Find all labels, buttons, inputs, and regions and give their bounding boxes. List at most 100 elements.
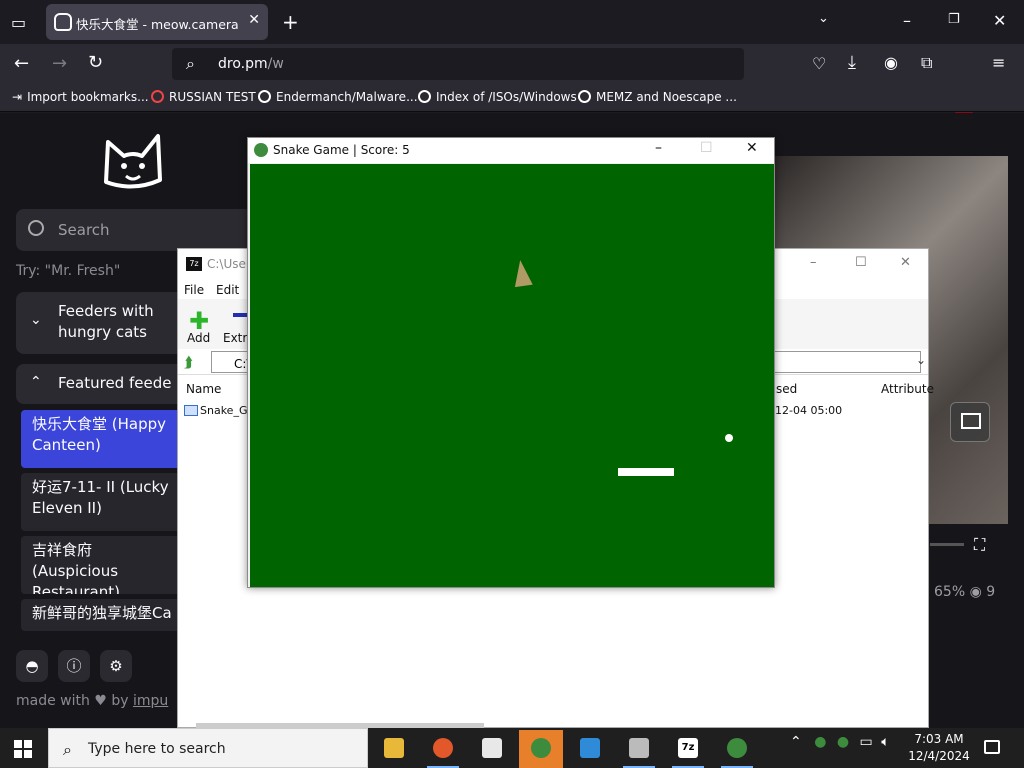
tab-active[interactable]: 快乐大食堂 - meow.camera ✕ <box>46 4 268 40</box>
folder-icon <box>384 738 404 758</box>
taskbar-snake-app[interactable] <box>519 730 563 768</box>
taskbar-search[interactable]: ⌕ Type here to search <box>48 728 368 768</box>
network-icon[interactable]: ▭ <box>860 734 873 750</box>
restore-icon[interactable]: ❐ <box>948 12 960 27</box>
url-bar[interactable]: ⌕ dro.pm/w <box>172 48 744 80</box>
bookmark-russian-test[interactable]: RUSSIAN TEST <box>151 90 256 104</box>
snake-app-icon <box>727 738 747 758</box>
start-button[interactable] <box>14 740 32 758</box>
video-progress[interactable] <box>930 543 964 546</box>
taskbar-file-explorer[interactable] <box>372 730 416 768</box>
extensions-icon[interactable]: ⧉ <box>921 53 932 73</box>
snake-tray-icon[interactable]: ● <box>837 734 849 750</box>
panel-featured-label: Featured feede <box>58 374 172 392</box>
menu-file[interactable]: File <box>184 283 204 297</box>
cat-logo-icon[interactable] <box>98 130 168 192</box>
snake-titlebar[interactable]: Snake Game | Score: 5 – ☐ ✕ <box>248 138 774 163</box>
clock[interactable]: 7:03 AM 12/4/2024 <box>908 731 970 765</box>
info-icon: ⓘ <box>66 657 82 675</box>
settings-button[interactable]: ⚙ <box>100 650 132 682</box>
author-link[interactable]: impu <box>133 693 168 709</box>
maximize-icon[interactable]: ☐ <box>855 255 867 270</box>
bookmark-isos[interactable]: Index of /ISOs/Windows <box>418 90 577 104</box>
clock-time: 7:03 AM <box>914 732 964 746</box>
bookmark-favicon-icon <box>151 90 164 103</box>
google-icon <box>418 90 431 103</box>
paint-icon <box>580 738 600 758</box>
minimize-icon[interactable]: – <box>655 140 662 156</box>
views-value: 9 <box>986 584 996 600</box>
taskbar-firefox[interactable] <box>421 730 465 768</box>
chevron-down-icon: ⌄ <box>30 312 42 328</box>
bookmarks-bar: ⇥ Import bookmarks... RUSSIAN TEST Enderm… <box>0 84 1024 112</box>
feeder-item[interactable]: 好运7-11- II (Lucky Eleven II) <box>21 473 181 531</box>
column-name[interactable]: Name <box>186 382 221 396</box>
minimize-icon[interactable]: – <box>810 255 817 270</box>
video-stats: 65% ◉ 9 <box>934 584 995 600</box>
discord-button[interactable]: ◓ <box>16 650 48 682</box>
account-icon[interactable]: ◉ <box>884 53 898 72</box>
tab-list-icon[interactable]: ▭ <box>11 13 26 32</box>
pocket-icon[interactable]: ♡ <box>812 54 826 73</box>
fullscreen-icon[interactable]: ⛶ <box>974 535 985 555</box>
forward-arrow-icon[interactable]: → <box>52 53 67 74</box>
food-pellet <box>725 434 733 442</box>
column-attributes[interactable]: Attribute <box>881 382 934 396</box>
file-date: 12-04 05:00 <box>775 404 843 417</box>
percent-value: 65% <box>934 584 966 600</box>
up-folder-icon[interactable]: ⮭ <box>184 353 193 371</box>
minimize-icon[interactable]: – <box>903 11 911 30</box>
panel-featured-feeders[interactable]: ⌃ Featured feede <box>16 364 186 404</box>
chevron-up-icon[interactable]: ⌃ <box>790 734 802 750</box>
tab-close-icon[interactable]: ✕ <box>248 12 260 28</box>
back-arrow-icon[interactable]: ← <box>14 53 29 74</box>
volume-icon[interactable]: 🔈︎ <box>881 734 889 750</box>
taskbar-snake-game[interactable] <box>715 730 759 768</box>
file-row[interactable]: Snake_Ga <box>184 404 254 417</box>
snake-tray-icon[interactable]: ● <box>814 734 826 750</box>
gear-icon: ⚙ <box>109 657 123 675</box>
notification-icon[interactable] <box>984 740 1000 754</box>
bookmark-import[interactable]: ⇥ Import bookmarks... <box>12 90 149 104</box>
menu-icon[interactable]: ≡ <box>992 53 1005 72</box>
add-button[interactable]: Add <box>187 331 210 345</box>
taskbar-paint[interactable] <box>568 730 612 768</box>
window-app-icon <box>482 738 502 758</box>
site-search-input[interactable]: Search <box>16 209 256 251</box>
pip-icon <box>961 413 981 429</box>
clock-date: 12/4/2024 <box>908 749 970 763</box>
bookmark-memz[interactable]: MEMZ and Noescape ... <box>578 90 737 104</box>
bookmark-endermanch[interactable]: Endermanch/Malware... <box>258 90 418 104</box>
close-icon[interactable]: ✕ <box>746 140 758 156</box>
chevron-down-icon[interactable]: ⌄ <box>818 11 829 26</box>
feeder-item[interactable]: 吉祥食府 (Auspicious Restaurant) <box>21 536 181 594</box>
taskbar-archive[interactable] <box>617 730 661 768</box>
snake-app-icon <box>254 143 268 157</box>
taskbar-7zip[interactable]: 7z <box>666 730 710 768</box>
feeder-item[interactable]: 新鲜哥的独享城堡Ca <box>21 599 181 631</box>
windows-logo-icon <box>14 740 22 748</box>
close-icon[interactable]: ✕ <box>993 11 1006 30</box>
search-icon: ⌕ <box>186 54 195 73</box>
firefox-icon <box>433 738 453 758</box>
new-tab-icon[interactable]: + <box>282 10 299 34</box>
maximize-icon: ☐ <box>700 140 713 156</box>
taskbar-app[interactable] <box>470 730 514 768</box>
picture-in-picture-button[interactable] <box>950 402 990 442</box>
snake-window: Snake Game | Score: 5 – ☐ ✕ <box>247 137 775 588</box>
snake-title: Snake Game | Score: 5 <box>273 143 410 157</box>
import-icon: ⇥ <box>12 90 23 104</box>
chevron-down-icon[interactable]: ⌄ <box>916 353 926 367</box>
download-icon[interactable]: ⤓ <box>848 52 856 73</box>
close-icon[interactable]: ✕ <box>900 255 911 270</box>
reload-icon[interactable]: ↻ <box>88 52 103 73</box>
url-text[interactable]: dro.pm/w <box>218 56 284 72</box>
chevron-up-icon: ⌃ <box>30 374 42 390</box>
column-used[interactable]: sed <box>776 382 797 396</box>
info-button[interactable]: ⓘ <box>58 650 90 682</box>
feeder-item[interactable]: 快乐大食堂 (Happy Canteen) <box>21 410 181 468</box>
panel-hungry-feeders[interactable]: ⌄ Feeders with hungry cats <box>16 292 186 354</box>
footer-credit: made with ♥ by impu <box>16 693 169 709</box>
menu-edit[interactable]: Edit <box>216 283 239 297</box>
game-canvas[interactable] <box>250 164 774 587</box>
